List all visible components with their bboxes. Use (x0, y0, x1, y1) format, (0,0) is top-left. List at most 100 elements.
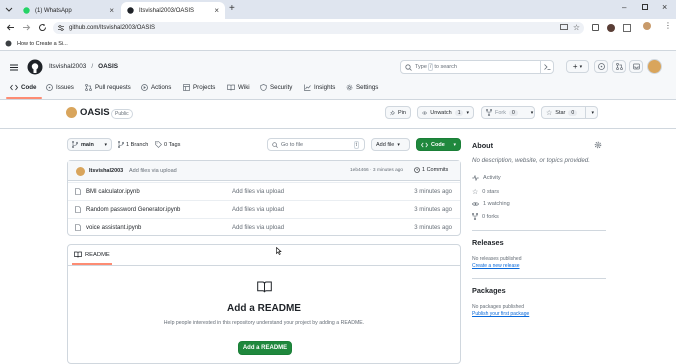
tab-wiki[interactable]: Wiki (227, 84, 250, 91)
file-row[interactable]: BMI calculator.ipynb Add files via uploa… (68, 182, 460, 200)
file-commit-message[interactable]: Add files via upload (232, 225, 284, 231)
create-release-link[interactable]: Create a new release (472, 263, 520, 269)
commit-author-avatar[interactable] (76, 167, 85, 176)
forks-link[interactable]: 0 forks (472, 213, 499, 220)
file-name[interactable]: Random password Generator.ipynb (86, 207, 180, 213)
close-tab-icon[interactable]: × (214, 6, 219, 15)
file-row[interactable]: Random password Generator.ipynb Add file… (68, 200, 460, 218)
table-icon (183, 84, 190, 91)
file-name[interactable]: BMI calculator.ipynb (86, 189, 140, 195)
tab-search-icon[interactable] (5, 5, 13, 13)
commit-author[interactable]: Itsvishal2003 (89, 168, 123, 174)
activity-link[interactable]: Activity (472, 175, 501, 181)
file-listing: Itsvishal2003 Add files via upload 1eb44… (67, 160, 461, 236)
book-large-icon (257, 281, 272, 293)
bookmark-item[interactable]: How to Create a Si... (17, 41, 68, 47)
close-tab-icon[interactable]: × (109, 6, 114, 15)
minimize-icon[interactable]: – (622, 3, 626, 12)
watching-link[interactable]: 1 watching (472, 201, 510, 207)
address-bar[interactable]: github.com/Itsvishal2003/OASIS ☆ (53, 22, 584, 34)
repo-title[interactable]: OASIS (80, 107, 110, 118)
bookmark-star-icon[interactable]: ☆ (573, 23, 580, 32)
breadcrumb-repo[interactable]: OASIS (98, 63, 118, 70)
add-readme-button[interactable]: Add a README (238, 341, 292, 355)
tab-security[interactable]: Security (260, 84, 292, 91)
hamburger-menu-icon[interactable] (7, 61, 21, 74)
tags-link[interactable]: 0 Tags (155, 141, 180, 148)
tab-actions[interactable]: Actions (141, 84, 171, 91)
chevron-down-icon: ▾ (453, 141, 456, 148)
branches-link[interactable]: 1 Branch (118, 141, 148, 148)
extension-avatar-icon[interactable] (607, 24, 615, 32)
divider (68, 265, 460, 266)
tab-issues[interactable]: Issues (46, 84, 74, 91)
inbox-icon (632, 63, 640, 70)
reload-icon[interactable] (38, 23, 47, 32)
browser-menu-icon[interactable]: ⋮ (664, 21, 672, 30)
pin-button[interactable]: Pin (385, 106, 411, 119)
search-prefix: Type (415, 64, 427, 70)
eye-icon (422, 110, 428, 115)
tab-pull-requests[interactable]: Pull requests (85, 84, 131, 91)
install-app-icon[interactable] (560, 24, 568, 31)
packages-heading[interactable]: Packages (472, 286, 506, 295)
code-button[interactable]: Code ▾ (416, 138, 461, 151)
close-window-icon[interactable]: × (662, 2, 667, 12)
commits-link[interactable]: 1 Commits (414, 167, 448, 173)
divider (472, 278, 606, 279)
tab-insights[interactable]: Insights (304, 84, 335, 91)
search-input[interactable]: Type / to search (400, 60, 554, 74)
commit-message[interactable]: Add files via upload (129, 168, 177, 174)
commit-hash-time[interactable]: 1eb4466 · 3 minutes ago (350, 168, 403, 173)
search-suffix: to search (434, 64, 457, 70)
inbox-header-button[interactable] (629, 60, 643, 73)
branch-name: main (81, 141, 94, 148)
create-new-button[interactable]: + ▾ (566, 60, 589, 73)
file-name[interactable]: voice assistant.ipynb (86, 225, 141, 231)
extension-icon[interactable] (592, 24, 599, 31)
go-to-file-input[interactable]: Go to file t (267, 138, 365, 151)
readme-panel: README Add a README Help people interest… (67, 244, 461, 364)
tab-title: (1) WhatsApp (35, 7, 72, 14)
watch-button[interactable]: Unwatch 1 ▾ (417, 106, 474, 119)
browser-profile-avatar[interactable] (643, 22, 651, 30)
tab-github[interactable]: Itsvishal2003/OASIS × (121, 2, 225, 19)
about-settings-gear-icon[interactable] (594, 141, 602, 149)
user-avatar[interactable] (647, 59, 662, 74)
tab-settings[interactable]: Settings (346, 84, 378, 91)
file-commit-message[interactable]: Add files via upload (232, 189, 284, 195)
chevron-down-icon[interactable]: ▾ (588, 110, 597, 116)
branch-icon (118, 141, 124, 148)
forward-icon[interactable] (22, 23, 31, 32)
tab-projects[interactable]: Projects (183, 84, 215, 91)
tab-code[interactable]: Code (10, 84, 36, 91)
maximize-icon[interactable] (642, 4, 648, 10)
file-commit-message[interactable]: Add files via upload (232, 207, 284, 213)
github-logo-icon[interactable] (27, 59, 43, 75)
tab-label: Settings (356, 84, 379, 91)
github-favicon-icon (127, 7, 134, 14)
issue-icon (597, 63, 605, 70)
file-row[interactable]: voice assistant.ipynb Add files via uplo… (68, 218, 460, 236)
tab-whatsapp[interactable]: (1) WhatsApp × (17, 2, 120, 19)
issues-header-button[interactable] (594, 60, 608, 73)
command-palette-icon[interactable] (540, 60, 554, 74)
search-icon (272, 141, 278, 148)
site-info-icon[interactable] (58, 25, 64, 31)
releases-heading[interactable]: Releases (472, 238, 504, 247)
publish-package-link[interactable]: Publish your first package (472, 311, 529, 317)
file-commit-time: 3 minutes ago (414, 188, 452, 195)
issue-icon (46, 84, 53, 91)
star-button[interactable]: ☆ Star 0 ▾ (541, 106, 598, 119)
readme-tab[interactable]: README (74, 251, 110, 258)
back-icon[interactable] (6, 23, 15, 32)
breadcrumb-owner[interactable]: Itsvishal2003 (49, 63, 86, 70)
puzzle-extensions-icon[interactable] (623, 23, 631, 32)
add-file-button[interactable]: Add file ▾ (371, 138, 410, 151)
fork-button[interactable]: Fork 0 ▾ (481, 106, 535, 119)
branch-select[interactable]: main ▾ (67, 138, 112, 151)
pull-requests-header-button[interactable] (612, 60, 626, 73)
new-tab-icon[interactable]: + (229, 3, 235, 14)
stars-link[interactable]: ☆ 0 stars (472, 188, 499, 196)
chevron-down-icon[interactable]: ▾ (528, 110, 537, 116)
